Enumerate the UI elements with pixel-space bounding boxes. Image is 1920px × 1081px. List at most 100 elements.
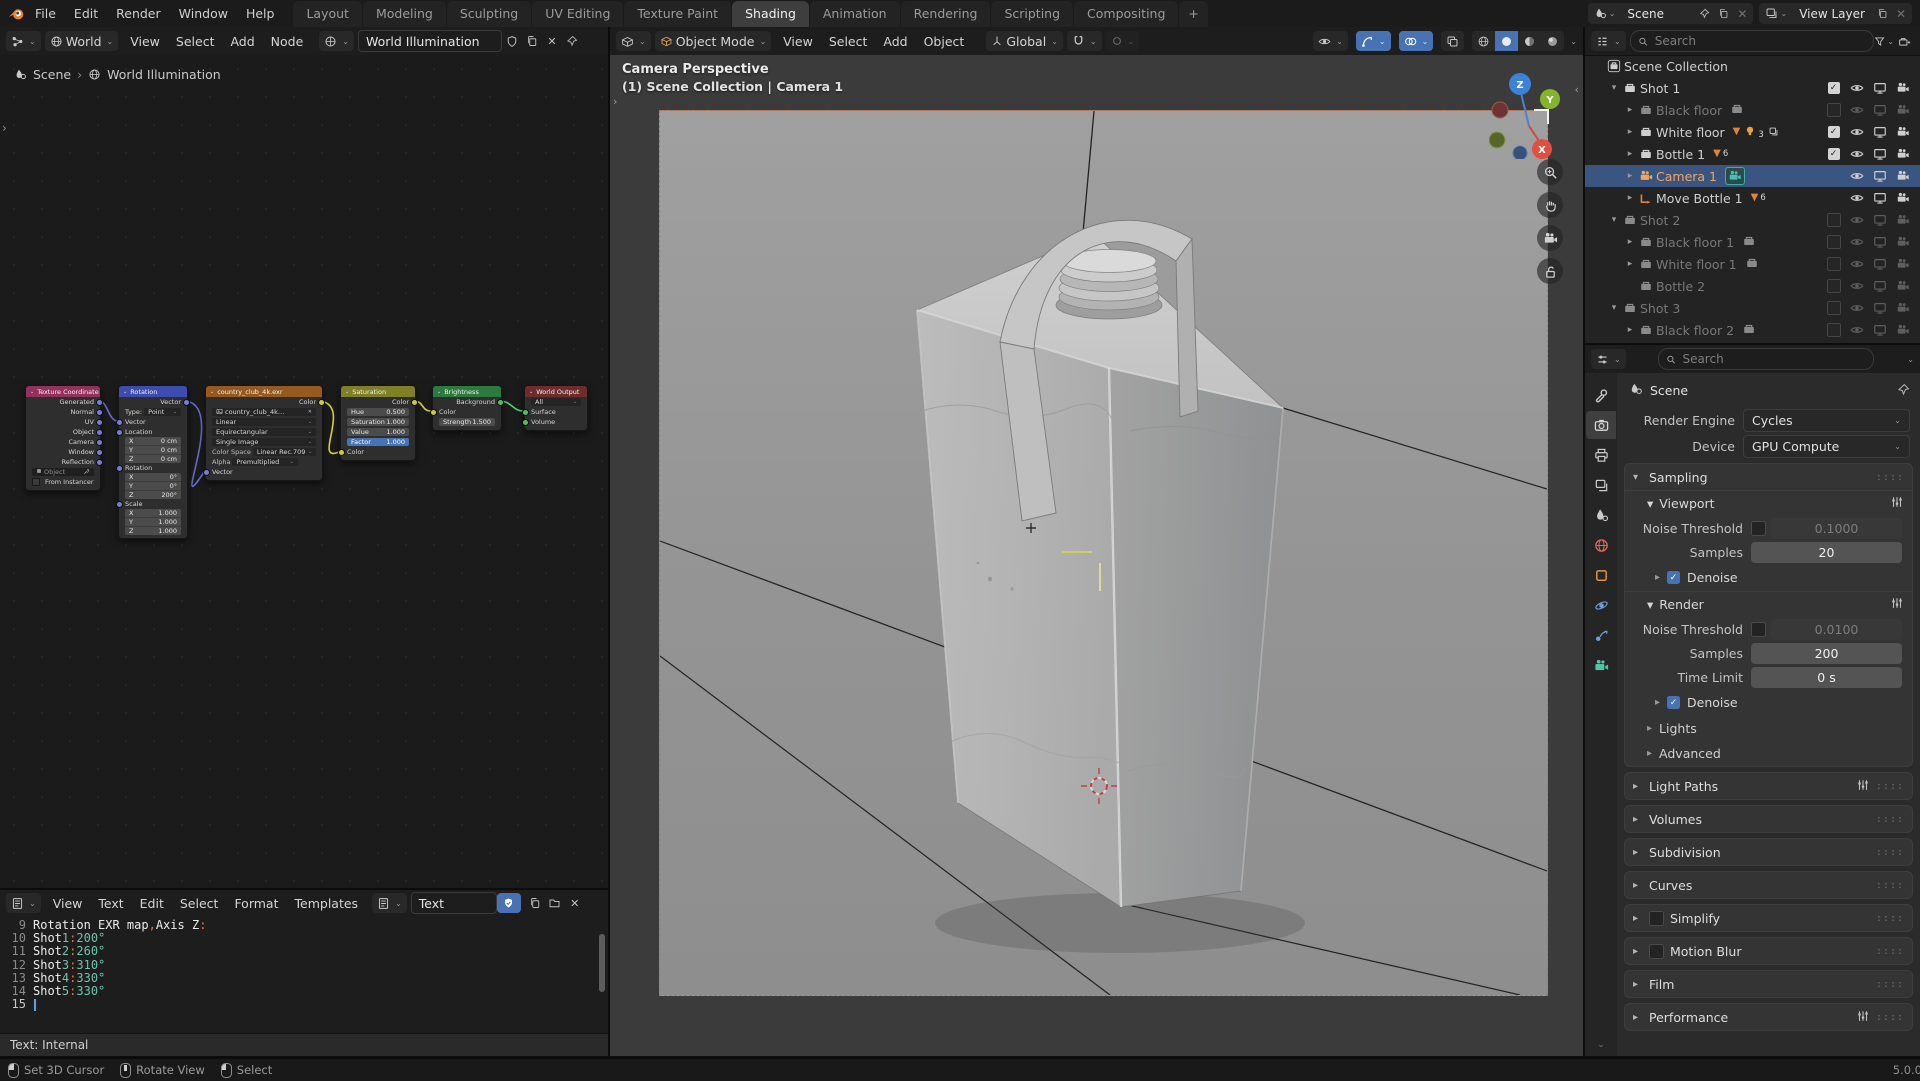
node-canvas[interactable]: › Scene › World Illumination ⌄Texture Co… <box>0 55 608 888</box>
output-socket[interactable] <box>183 399 190 406</box>
collapse-arrow-icon[interactable]: › <box>2 121 7 135</box>
disable-viewports-monitor-icon[interactable] <box>1868 235 1891 249</box>
exclude-checkbox-off[interactable] <box>1827 257 1841 271</box>
vector-component[interactable]: X1.000 <box>125 509 181 518</box>
fake-user-shield-icon[interactable] <box>497 893 521 913</box>
mode-select[interactable]: Object Mode⌄ <box>655 31 771 51</box>
hide-viewport-eye-icon[interactable] <box>1845 191 1868 205</box>
slider-hue[interactable]: Hue0.500 <box>347 408 409 416</box>
blender-logo[interactable] <box>6 3 26 24</box>
value-field[interactable]: 200 <box>1751 643 1902 664</box>
slider-value[interactable]: Value1.000 <box>347 428 409 436</box>
overlays-toggle[interactable]: ⌄ <box>1399 31 1434 51</box>
pan-hand-icon[interactable] <box>1537 192 1563 218</box>
chevron-down-icon[interactable]: ⌄ <box>1570 37 1577 46</box>
vector-component[interactable]: X0° <box>125 473 181 482</box>
exclude-checkbox-off[interactable] <box>1827 279 1841 293</box>
new-copy-icon[interactable] <box>522 31 542 52</box>
node-rotation[interactable]: ⌄RotationVectorType:Point⌄VectorLocation… <box>118 385 188 539</box>
slider-saturation[interactable]: Saturation1.000 <box>347 418 409 426</box>
node-saturation[interactable]: ⌄SaturationColorHue0.500Saturation1.000V… <box>340 385 416 461</box>
add-workspace-button[interactable]: + <box>1179 1 1207 27</box>
preset-sliders-icon[interactable] <box>1856 778 1870 795</box>
properties-search[interactable] <box>1658 348 1874 370</box>
text-scrollbar[interactable] <box>599 934 605 992</box>
input-socket[interactable] <box>116 429 123 436</box>
navigation-gizmo[interactable]: Z Y X <box>1489 69 1567 159</box>
output-tab[interactable] <box>1586 441 1616 469</box>
panel-row-advanced[interactable]: ▸Advanced <box>1625 741 1912 766</box>
viewport-menu-add[interactable]: Add <box>875 34 915 49</box>
text-editor-type[interactable]: ⌄ <box>6 893 41 913</box>
shading-wireframe[interactable] <box>1472 31 1495 51</box>
expand-open-icon[interactable]: ▾ <box>1607 215 1621 225</box>
exclude-checkbox-off[interactable] <box>1827 235 1841 249</box>
properties-editor-type[interactable]: ⌄ <box>1591 349 1626 369</box>
text-browse-button[interactable]: ⌄ <box>372 893 407 913</box>
hide-viewport-eye-icon[interactable] <box>1845 213 1868 227</box>
hide-viewport-eye-icon[interactable] <box>1845 125 1868 139</box>
outliner-row-shot-1[interactable]: ▾Shot 1✓ <box>1585 77 1920 99</box>
disable-viewports-monitor-icon[interactable] <box>1868 257 1891 271</box>
snap-toggle[interactable]: ⌄ <box>1067 31 1102 51</box>
scene-name[interactable]: Scene <box>1619 7 1695 21</box>
disable-render-camera-icon[interactable] <box>1891 191 1914 205</box>
world-browse-button[interactable]: ⌄ <box>319 31 354 51</box>
hide-viewport-eye-icon[interactable] <box>1845 301 1868 315</box>
exclude-checkbox-off[interactable] <box>1827 213 1841 227</box>
image-datablock[interactable]: country_club_4k…✕ <box>212 408 316 416</box>
preset-sliders-icon[interactable] <box>1890 596 1904 613</box>
disable-viewports-monitor-icon[interactable] <box>1868 279 1891 293</box>
disable-render-camera-icon[interactable] <box>1891 323 1914 337</box>
sidebar-collapse-icon[interactable]: ‹ <box>1575 83 1579 96</box>
outliner-row-bottle-2[interactable]: Bottle 2 <box>1585 275 1920 297</box>
outliner-row-white-floor-1[interactable]: ▸White floor 1 <box>1585 253 1920 275</box>
physics-tab[interactable] <box>1586 591 1616 619</box>
panel-header[interactable]: ▸Curves:::: <box>1625 872 1912 898</box>
subpanel-render[interactable]: ▾Render <box>1625 591 1912 616</box>
viewport-menu-select[interactable]: Select <box>821 34 876 49</box>
panel-header[interactable]: ▸Light Paths:::: <box>1625 773 1912 799</box>
exclude-checkbox-off[interactable] <box>1827 103 1841 117</box>
transform-orientation-select[interactable]: Global⌄ <box>986 31 1063 51</box>
denoise-row[interactable]: ▸✓Denoise <box>1625 566 1912 591</box>
output-socket[interactable] <box>318 399 325 406</box>
hide-viewport-eye-icon[interactable] <box>1845 279 1868 293</box>
panel-row-lights[interactable]: ▸Lights <box>1625 716 1912 741</box>
chevron-down-icon[interactable]: ⌄ <box>437 389 441 395</box>
vector-component[interactable]: Y0° <box>125 482 181 491</box>
proportional-editing-toggle[interactable]: ⌄ <box>1106 31 1140 51</box>
exclude-checkbox-off[interactable] <box>1827 323 1841 337</box>
node-select[interactable]: All⌄ <box>531 398 581 406</box>
scene-selector[interactable]: ⌄ Scene ✕ <box>1588 3 1754 24</box>
input-socket[interactable] <box>338 449 345 456</box>
input-socket[interactable] <box>430 409 437 416</box>
camera-view-icon[interactable] <box>1537 225 1563 251</box>
node-select[interactable]: Premultiplied⌄ <box>232 458 297 466</box>
expand-closed-icon[interactable]: ▸ <box>1623 149 1637 159</box>
expand-closed-icon[interactable]: ▸ <box>1623 193 1637 203</box>
filter-funnel-icon[interactable]: ⌄ <box>1874 31 1894 52</box>
tab-layout[interactable]: Layout <box>293 1 362 27</box>
outliner-row-white-floor[interactable]: ▸White floor▼3✓ <box>1585 121 1920 143</box>
checkbox-off[interactable] <box>1649 911 1664 926</box>
disable-viewports-monitor-icon[interactable] <box>1868 191 1891 205</box>
panel-header[interactable]: ▸Performance:::: <box>1625 1004 1912 1030</box>
slider-strength[interactable]: Strength1.500 <box>439 418 495 426</box>
hide-viewport-eye-icon[interactable] <box>1845 323 1868 337</box>
expand-closed-icon[interactable]: ▸ <box>1623 259 1637 269</box>
vector-component[interactable]: Z200° <box>125 491 181 499</box>
expand-closed-icon[interactable]: ▸ <box>1623 127 1637 137</box>
input-socket[interactable] <box>203 469 210 476</box>
editor-type-button[interactable]: ⌄ <box>6 31 41 51</box>
open-folder-icon[interactable] <box>545 893 565 914</box>
output-socket[interactable] <box>96 399 103 406</box>
expand-open-icon[interactable]: ▾ <box>1607 83 1621 93</box>
panel-header[interactable]: ▸Motion Blur:::: <box>1625 938 1912 964</box>
exclude-checkbox-on[interactable]: ✓ <box>1828 148 1840 160</box>
preset-sliders-icon[interactable] <box>1856 1009 1870 1026</box>
world-tab[interactable] <box>1586 531 1616 559</box>
text-datablock-name[interactable]: Text <box>411 892 497 914</box>
unlink-close-icon[interactable]: ✕ <box>542 31 562 52</box>
vector-component[interactable]: Z0 cm <box>125 455 181 463</box>
